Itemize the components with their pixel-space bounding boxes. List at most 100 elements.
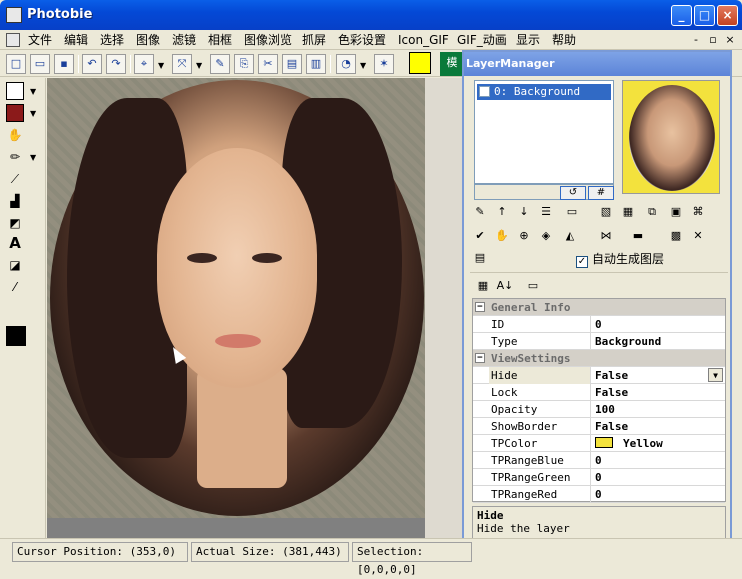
paint-icon[interactable]: ▧ [598,204,614,220]
transform-icon[interactable]: ⤧ [172,54,192,74]
collapse-icon[interactable]: − [475,353,485,363]
screen-icon[interactable]: ▩ [668,228,684,244]
menu-image[interactable]: 图像 [136,32,160,48]
flip-icon[interactable]: ◭ [562,228,578,244]
bow-icon[interactable]: ⋈ [598,228,614,244]
fill-rect-icon[interactable] [6,104,24,122]
text-icon[interactable]: A [6,234,24,252]
property-row[interactable]: Type Background [473,333,725,350]
menu-browse[interactable]: 图像浏览 [244,32,292,48]
chevron-down-icon[interactable]: ▼ [708,368,723,382]
menu-icon-gif[interactable]: Icon_GIF [398,32,449,48]
category-view-settings[interactable]: − ViewSettings [473,350,725,367]
redo-icon[interactable]: ↷ [106,54,126,74]
paste-new-icon[interactable]: ▥ [306,54,326,74]
property-row-selected[interactable]: Hide False ▼ [473,367,725,384]
adjust-icon[interactable]: ◔ [336,54,356,74]
property-value[interactable]: 0 [593,452,723,469]
color-swatch[interactable] [409,52,431,74]
property-row[interactable]: TPRangeGreen 0 [473,469,725,486]
line-icon[interactable]: ⟋ [6,170,24,188]
merge-icon[interactable]: ▣ [668,204,684,220]
menu-filter[interactable]: 滤镜 [172,32,196,48]
edit-layer-icon[interactable]: ✎ [472,204,488,220]
save-icon[interactable]: ▪ [54,54,74,74]
layer-list[interactable]: 0: Background [474,80,614,184]
property-value[interactable]: Yellow [593,435,723,452]
menu-edit[interactable]: 编辑 [64,32,88,48]
open-icon[interactable]: ▭ [30,54,50,74]
grid-icon[interactable]: # [588,186,614,200]
menu-capture[interactable]: 抓屏 [302,32,326,48]
new-layer-icon[interactable]: ▤ [472,250,488,266]
maximize-button[interactable]: □ [694,5,715,26]
chevron-down-icon[interactable]: ▼ [158,61,164,70]
menu-help[interactable]: 帮助 [552,32,576,48]
layer-visibility-checkbox[interactable] [479,86,490,97]
chevron-down-icon[interactable]: ▼ [30,109,36,118]
eraser-icon[interactable]: ◩ [6,214,24,232]
brush-icon[interactable]: ✎ [210,54,230,74]
sort-alpha-icon[interactable]: A↓ [496,277,514,295]
check-icon[interactable]: ✔ [472,228,488,244]
categorized-icon[interactable]: ▦ [474,277,492,295]
property-value[interactable]: 100 [593,401,723,418]
menu-frame[interactable]: 相框 [208,32,232,48]
hand-icon[interactable]: ✋ [6,126,24,144]
menu-color[interactable]: 色彩设置 [338,32,386,48]
property-row[interactable]: Lock False [473,384,725,401]
property-value[interactable]: False [593,384,723,401]
network-icon[interactable]: ⌘ [690,204,706,220]
panel-header[interactable]: LayerManager [464,52,730,76]
ruler-icon[interactable]: ▬ [630,228,646,244]
collapse-icon[interactable]: − [475,302,485,312]
menu-select[interactable]: 选择 [100,32,124,48]
undo-icon[interactable]: ↶ [82,54,102,74]
canvas-area[interactable] [47,78,462,538]
copy-icon[interactable]: ⎘ [234,54,254,74]
property-row[interactable]: ID 0 [473,316,725,333]
list-icon[interactable]: ☰ [538,204,554,220]
mdi-close-button[interactable]: × [722,32,738,47]
auto-generate-checkbox[interactable]: ✓ [576,256,588,268]
eyedropper-icon[interactable]: ⁄ [6,278,24,296]
chevron-down-icon[interactable]: ▼ [30,87,36,96]
magic-wand-icon[interactable]: ✶ [374,54,394,74]
hand-layer-icon[interactable]: ✋ [494,228,510,244]
mdi-minimize-button[interactable]: - [688,32,704,47]
mdi-restore-button[interactable]: ▫ [705,32,721,47]
duplicate-icon[interactable]: ⧉ [644,204,660,220]
refresh-icon[interactable]: ↺ [560,186,586,200]
minimize-button[interactable]: _ [671,5,692,26]
property-pages-icon[interactable]: ▭ [524,277,542,295]
clone-icon[interactable]: ◪ [6,256,24,274]
property-row[interactable]: TPRangeBlue 0 [473,452,725,469]
menu-view[interactable]: 显示 [516,32,540,48]
property-row[interactable]: TPRangeRed 0 [473,486,725,503]
chevron-down-icon[interactable]: ▼ [196,61,202,70]
close-button[interactable]: × [717,5,738,26]
move-up-icon[interactable]: ↑ [494,204,510,220]
menu-file[interactable]: 文件 [28,32,52,48]
new-icon[interactable]: □ [6,54,26,74]
property-value[interactable]: 0 [593,469,723,486]
paste-icon[interactable]: ▤ [282,54,302,74]
property-value[interactable]: False [593,418,723,435]
layer-item[interactable]: 0: Background [477,84,611,100]
brush-tool-icon[interactable]: ▟ [6,192,24,210]
chevron-down-icon[interactable]: ▼ [360,61,366,70]
foreground-color-icon[interactable] [6,326,26,346]
property-row[interactable]: TPColor Yellow [473,435,725,452]
select-icon[interactable]: ⊕ [516,228,532,244]
category-general-info[interactable]: − General Info [473,299,725,316]
excel-icon[interactable]: ▦ [620,204,636,220]
vertical-scrollbar[interactable] [425,78,462,538]
tools-icon[interactable]: ✕ [690,228,706,244]
auto-generate-option[interactable]: ✓ 自动生成图层 [576,250,664,268]
crop-icon[interactable]: ⌖ [134,54,154,74]
property-row[interactable]: Opacity 100 [473,401,725,418]
layer-props-icon[interactable]: ▭ [564,204,580,220]
menu-gif-anim[interactable]: GIF_动画 [457,32,507,48]
property-value[interactable]: 0 [593,316,723,333]
property-value[interactable]: 0 [593,486,723,503]
